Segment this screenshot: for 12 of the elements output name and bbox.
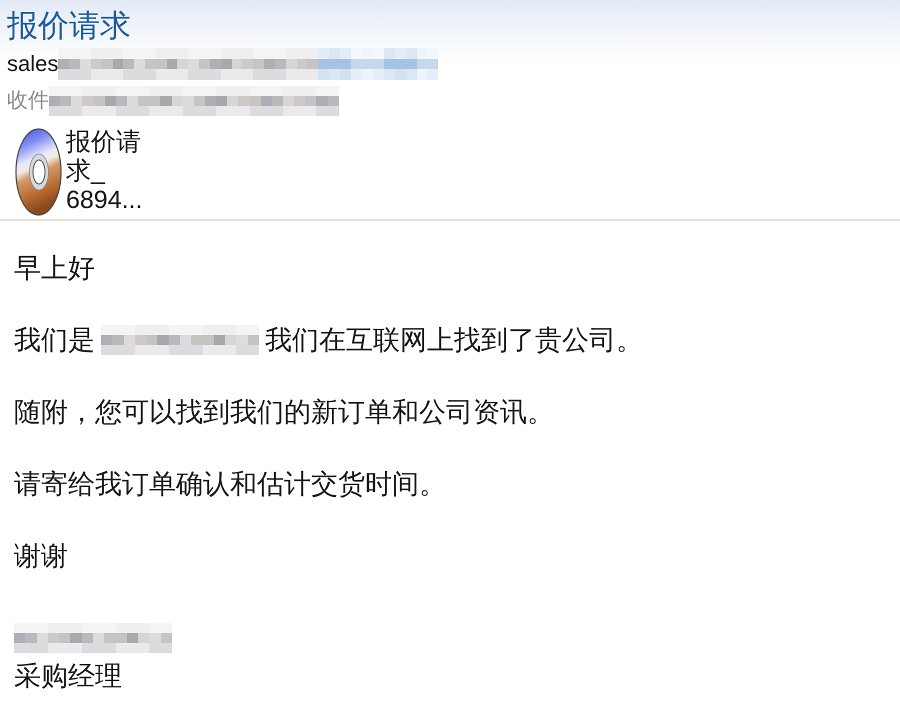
body-text: 早上好 <box>14 252 95 285</box>
signature-text: 采购经理 <box>14 660 122 693</box>
body-text: 我们是 <box>14 324 95 357</box>
attachment-item[interactable]: 报价请 求_ 6894... <box>15 128 142 216</box>
body-text: 我们在互联网上找到了贵公司。 <box>265 324 643 357</box>
email-subject: 报价请求 <box>7 7 131 45</box>
recipients-label: 收件 <box>7 88 49 114</box>
disc-icon <box>15 128 62 216</box>
body-text: 请寄给我订单确认和估计交货时间。 <box>14 468 446 501</box>
body-text: 随附，您可以找到我们的新订单和公司资讯。 <box>14 396 554 429</box>
sender-address: sales <box>7 50 58 78</box>
body-text: 谢谢 <box>14 540 68 573</box>
